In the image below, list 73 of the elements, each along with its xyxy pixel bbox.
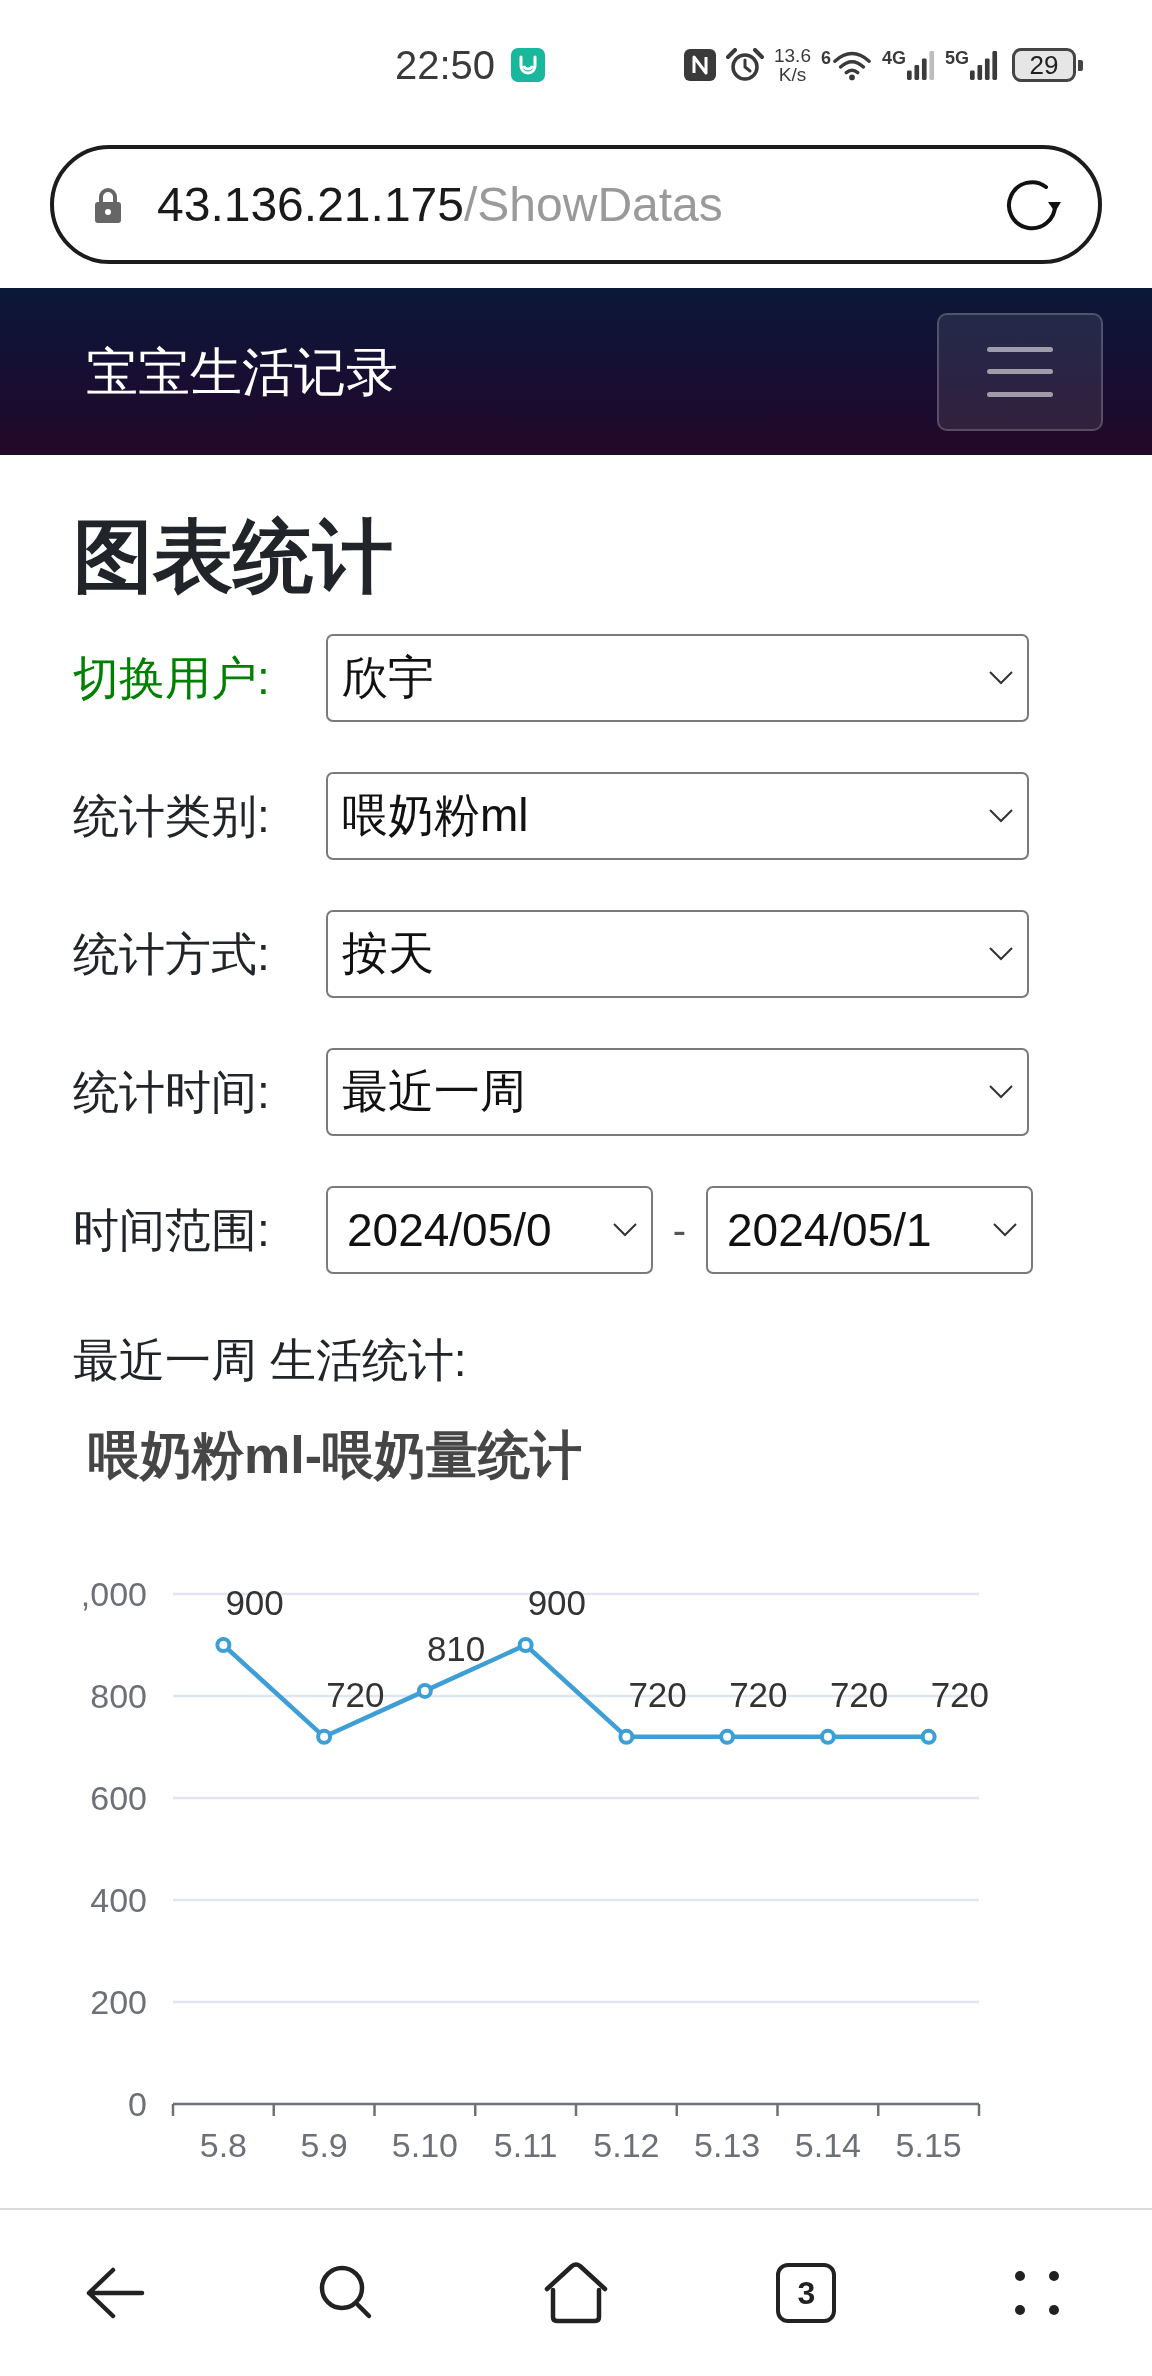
axis-label: 5.10 xyxy=(391,2126,458,2164)
data-point xyxy=(416,1682,433,1699)
signal-icon xyxy=(907,49,935,81)
home-icon[interactable] xyxy=(544,2262,608,2324)
axis-label: 400 xyxy=(90,1881,147,1919)
data-label: 720 xyxy=(326,1674,385,1714)
chart-title: 喂奶粉ml-喂奶量统计 xyxy=(87,1425,583,1486)
data-point xyxy=(618,1728,635,1745)
axis-label: 5.12 xyxy=(593,2126,660,2164)
axis-label: 200 xyxy=(90,1983,147,2021)
lock-icon xyxy=(92,185,124,224)
field-label: 时间范围: xyxy=(73,1203,271,1258)
axis-label: 5.11 xyxy=(493,2126,558,2164)
nfc-icon xyxy=(683,49,716,81)
alarm-clock-icon xyxy=(725,48,764,82)
field-label: 统计时间: xyxy=(73,1065,271,1120)
summary-text: 最近一周 生活统计: xyxy=(73,1333,468,1388)
axis-label: 5.15 xyxy=(895,2126,962,2164)
data-point xyxy=(215,1637,232,1653)
data-label: 900 xyxy=(527,1583,587,1622)
data-point xyxy=(719,1728,736,1745)
data-point xyxy=(819,1728,836,1745)
caret-icon xyxy=(989,809,1013,823)
axis-label: 5.8 xyxy=(199,2126,247,2164)
data-point xyxy=(517,1637,534,1653)
axis-label: 5.13 xyxy=(694,2126,761,2164)
data-label: 900 xyxy=(225,1583,284,1622)
network-type-label: 4G xyxy=(881,49,906,67)
status-time: 22:50 xyxy=(395,42,496,88)
axis-label: 0 xyxy=(128,2085,147,2123)
address-bar[interactable]: 43.136.21.175/ShowDatas xyxy=(50,145,1102,264)
wifi-icon xyxy=(831,49,872,81)
data-label: 810 xyxy=(426,1628,486,1668)
app-notification-icon xyxy=(511,48,546,82)
axis-label: 5.9 xyxy=(300,2126,348,2164)
axis-label: 5.14 xyxy=(794,2126,861,2164)
field-label: 统计方式: xyxy=(73,927,271,982)
dots-menu-icon[interactable] xyxy=(1014,2271,1059,2315)
caret-icon xyxy=(989,671,1013,685)
network-speed: 13.6 K/s xyxy=(773,46,811,84)
brand-title[interactable]: 宝宝生活记录 xyxy=(86,340,398,403)
caret-icon xyxy=(989,947,1013,961)
axis-label: ,000 xyxy=(80,1575,147,1613)
data-point xyxy=(316,1728,333,1745)
network-type-label: 5G xyxy=(945,49,969,67)
data-label: 720 xyxy=(930,1674,990,1714)
axis-label: 600 xyxy=(90,1779,147,1817)
caret-icon xyxy=(993,1223,1017,1237)
range-separator: - xyxy=(671,1207,688,1253)
data-label: 720 xyxy=(829,1674,889,1714)
menu-toggle-button[interactable] xyxy=(937,312,1103,431)
date-select[interactable]: 2024/05/0 xyxy=(326,1186,653,1274)
field-label: 切换用户: xyxy=(73,651,271,706)
wifi-standard-label: 6 xyxy=(820,49,831,67)
data-label: 720 xyxy=(628,1674,687,1714)
url-text: 43.136.21.175/ShowDatas xyxy=(157,176,723,233)
date-select[interactable]: 2024/05/1 xyxy=(706,1186,1033,1274)
dropdown-select[interactable]: 按天 xyxy=(326,910,1029,998)
caret-icon xyxy=(613,1223,637,1237)
dropdown-select[interactable]: 最近一周 xyxy=(326,1048,1029,1136)
data-label: 720 xyxy=(729,1674,788,1714)
battery-indicator: 29 xyxy=(1012,48,1083,82)
dropdown-select[interactable]: 喂奶粉ml xyxy=(326,772,1029,860)
data-point xyxy=(920,1728,937,1745)
caret-icon xyxy=(989,1085,1013,1099)
back-arrow-icon[interactable] xyxy=(85,2267,146,2319)
page-heading: 图表统计 xyxy=(73,511,394,603)
tabs-button[interactable]: 3 xyxy=(776,2263,837,2323)
field-label: 统计类别: xyxy=(73,789,271,844)
axis-label: 800 xyxy=(90,1677,147,1715)
signal-icon xyxy=(970,49,998,81)
menu-icon xyxy=(987,346,1053,397)
dropdown-select[interactable]: 欣宇 xyxy=(326,634,1029,722)
